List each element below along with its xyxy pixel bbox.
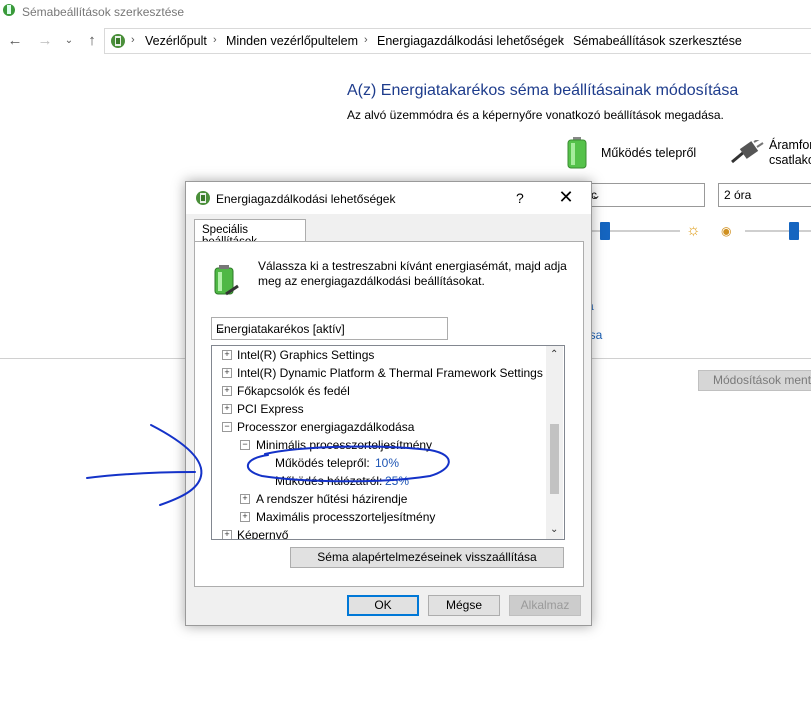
expand-icon[interactable]: + <box>222 368 232 378</box>
plug-icon <box>731 140 764 164</box>
breadcrumb-separator: › <box>560 34 564 46</box>
tree-item-on-battery[interactable]: Működés telepről: 10% <box>212 454 542 472</box>
page-subtitle: Az alvó üzemmódra és a képernyőre vonatk… <box>347 108 724 122</box>
tree-item-label: Működés telepről: <box>275 456 370 470</box>
power-options-dialog: Energiagazdálkodási lehetőségek ? ✕ Spec… <box>185 181 592 626</box>
tree-scrollbar[interactable]: ⌃ ⌄ <box>546 346 563 539</box>
up-arrow-icon[interactable]: ↑ <box>83 32 101 50</box>
on-battery-value[interactable]: 10% <box>375 456 399 470</box>
chevron-down-icon: ⌄ <box>216 322 227 336</box>
breadcrumb-all-items[interactable]: Minden vezérlőpultelem <box>226 34 358 48</box>
breadcrumb-separator: › <box>213 34 217 46</box>
tab-advanced-settings[interactable]: Speciális beállítások <box>194 219 306 248</box>
tree-item[interactable]: + A rendszer hűtési házirendje <box>212 490 542 508</box>
battery-sleep-select[interactable]: c ⌄ <box>585 183 705 207</box>
tree-item-plugged-in[interactable]: Működés hálózatról: 25% <box>212 472 542 490</box>
settings-tree[interactable]: + Intel(R) Graphics Settings + Intel(R) … <box>211 345 565 540</box>
battery-plug-icon <box>214 265 239 296</box>
tree-item-label: Intel(R) Graphics Settings <box>237 348 375 362</box>
back-arrow-icon[interactable]: ← <box>6 32 24 50</box>
scroll-down-icon[interactable]: ⌄ <box>550 524 558 535</box>
battery-icon <box>567 137 587 169</box>
expand-icon[interactable]: + <box>240 512 250 522</box>
instruction-text: Válassza ki a testreszabni kívánt energi… <box>258 259 567 288</box>
dialog-title: Energiagazdálkodási lehetőségek <box>216 192 396 206</box>
close-icon[interactable]: ✕ <box>554 187 578 208</box>
ac-column-label-line1: Áramforr <box>769 138 811 152</box>
collapse-icon[interactable]: − <box>240 440 250 450</box>
address-bar[interactable]: › Vezérlőpult › Minden vezérlőpultelem ›… <box>104 28 811 54</box>
breadcrumb-separator: › <box>131 34 135 46</box>
power-options-icon <box>196 191 210 205</box>
tree-item-label: Processzor energiagazdálkodása <box>237 420 415 434</box>
tree-item-label: PCI Express <box>237 402 304 416</box>
expand-icon[interactable]: + <box>222 404 232 414</box>
tree-item[interactable]: − Processzor energiagazdálkodása <box>212 418 542 436</box>
tree-item-label: Működés hálózatról: <box>275 474 383 488</box>
save-changes-button[interactable]: Módosítások menté <box>698 370 811 391</box>
scroll-up-icon[interactable]: ⌃ <box>550 349 558 360</box>
brightness-low-icon: ◉ <box>721 224 732 238</box>
chevron-down-icon: ⌄ <box>591 188 602 202</box>
tree-item-label: Minimális processzorteljesítmény <box>256 438 433 452</box>
tree-item[interactable]: + Főkapcsolók és fedél <box>212 382 542 400</box>
dialog-titlebar: Energiagazdálkodási lehetőségek ? ✕ <box>186 182 591 214</box>
ac-sleep-value: 2 óra <box>724 188 752 202</box>
battery-brightness-slider-thumb[interactable] <box>600 222 610 240</box>
power-scheme-select[interactable]: Energiatakarékos [aktív] ⌄ <box>211 317 448 340</box>
ac-column-label-line2: csatlakoz <box>769 153 811 167</box>
expand-icon[interactable]: + <box>222 530 232 539</box>
ac-brightness-slider-track[interactable] <box>745 230 811 232</box>
breadcrumb-separator: › <box>364 34 368 46</box>
cancel-button[interactable]: Mégse <box>428 595 500 616</box>
help-button[interactable]: ? <box>516 190 524 206</box>
control-panel-icon <box>111 34 125 48</box>
tree-item[interactable]: + PCI Express <box>212 400 542 418</box>
apply-button[interactable]: Alkalmaz <box>509 595 581 616</box>
breadcrumb-power-options[interactable]: Energiagazdálkodási lehetőségek <box>377 34 564 48</box>
power-options-app-icon <box>3 4 15 16</box>
window-title: Sémabeállítások szerkesztése <box>22 5 185 19</box>
ac-brightness-slider-thumb[interactable] <box>789 222 799 240</box>
page-title: A(z) Energiatakarékos séma beállításaina… <box>347 82 739 99</box>
navigation-bar: ← → ⌄ ↑ › Vezérlőpult › Minden vezérlőpu… <box>0 28 811 54</box>
tree-item-label: Maximális processzorteljesítmény <box>256 510 436 524</box>
tree-item[interactable]: + Intel(R) Dynamic Platform & Thermal Fr… <box>212 364 543 382</box>
tree-item-label: Intel(R) Dynamic Platform & Thermal Fram… <box>237 366 543 380</box>
tree-item[interactable]: + Képernyő <box>212 526 542 540</box>
tree-item[interactable]: − Minimális processzorteljesítmény <box>212 436 542 454</box>
chevron-down-icon[interactable]: ⌄ <box>60 32 78 50</box>
breadcrumb-edit-plan[interactable]: Sémabeállítások szerkesztése <box>573 34 742 48</box>
plugged-in-value[interactable]: 25% <box>385 474 409 488</box>
window-titlebar: Sémabeállítások szerkesztése <box>0 0 811 24</box>
tree-item-label: Főkapcsolók és fedél <box>237 384 350 398</box>
collapse-icon[interactable]: − <box>222 422 232 432</box>
restore-defaults-button[interactable]: Séma alapértelmezéseinek visszaállítása <box>290 547 564 568</box>
ok-button[interactable]: OK <box>347 595 419 616</box>
tree-item-label: A rendszer hűtési házirendje <box>256 492 408 506</box>
annotation-arrow-shaft <box>86 471 196 479</box>
forward-arrow-icon[interactable]: → <box>36 32 54 50</box>
tree-item[interactable]: + Intel(R) Graphics Settings <box>212 346 542 364</box>
ac-sleep-select[interactable]: 2 óra <box>718 183 811 207</box>
expand-icon[interactable]: + <box>222 386 232 396</box>
brightness-high-icon: ☼ <box>686 222 701 239</box>
battery-column-label: Működés telepről <box>601 146 697 160</box>
expand-icon[interactable]: + <box>222 350 232 360</box>
expand-icon[interactable]: + <box>240 494 250 504</box>
scrollbar-thumb[interactable] <box>550 424 559 494</box>
tree-item-label: Képernyő <box>237 528 289 540</box>
breadcrumb-control-panel[interactable]: Vezérlőpult <box>145 34 207 48</box>
tree-item[interactable]: + Maximális processzorteljesítmény <box>212 508 542 526</box>
